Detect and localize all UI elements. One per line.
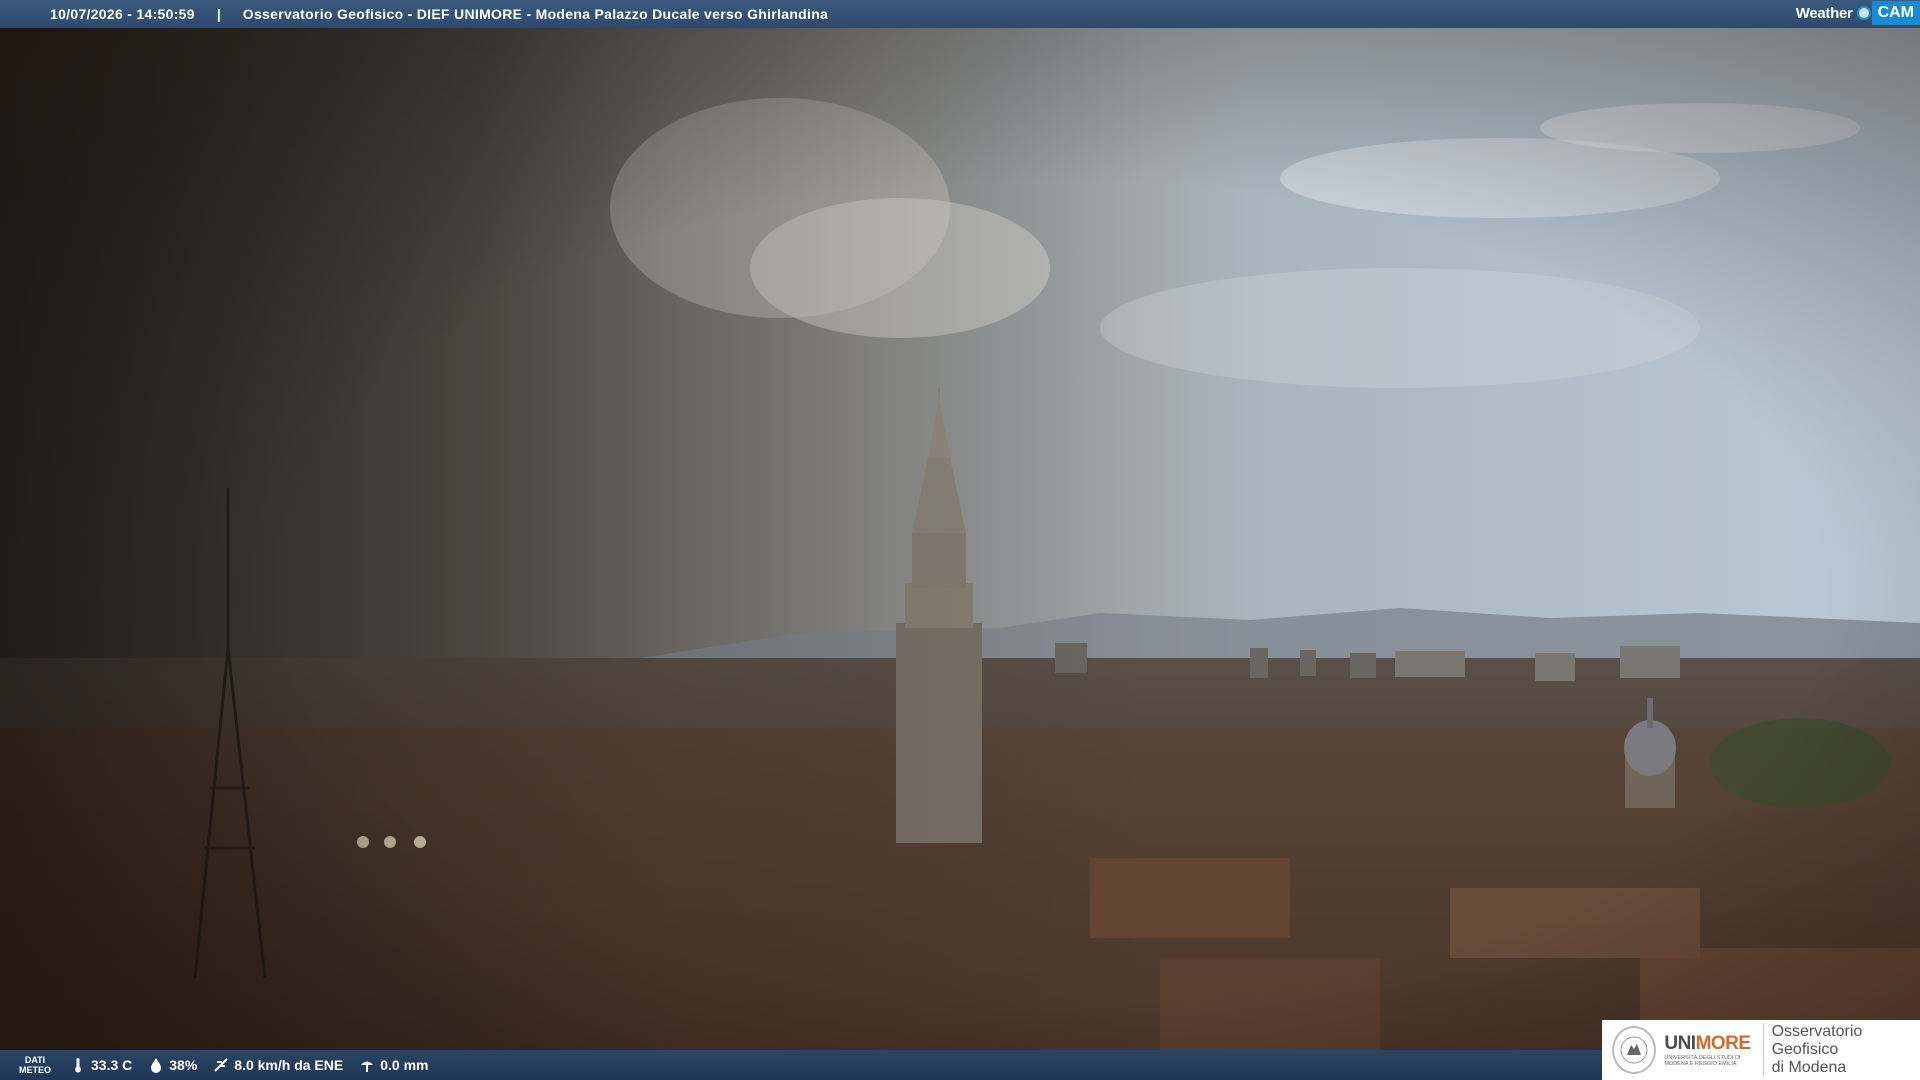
humidity-drop-icon [151, 1058, 162, 1073]
osservatorio-label: Osservatorio Geofisico di Modena [1762, 1023, 1920, 1077]
rain-gauge-icon [361, 1061, 374, 1072]
weathercam-logo: Weather CAM [1793, 0, 1920, 26]
humidity-value: 38% [169, 1057, 198, 1073]
dati-meteo-label: DATI METEO [18, 1055, 51, 1075]
timestamp: 10/07/2026 - 14:50:59 [50, 6, 195, 22]
separator: | [216, 6, 221, 22]
webcam-image [0, 28, 1920, 1053]
weathercam-logo-weather: Weather [1795, 4, 1853, 22]
wind-value: 8.0 km/h da ENE [234, 1057, 344, 1073]
university-seal-icon [1612, 1026, 1657, 1074]
weathercam-logo-cam: CAM [1871, 1, 1920, 25]
temperature-reading: 33.3 C [70, 1057, 132, 1073]
rain-reading: 0.0 mm [359, 1057, 428, 1073]
rain-value: 0.0 mm [380, 1057, 429, 1073]
wind-icon [214, 1058, 228, 1072]
unimore-wordmark-uni: UNI [1664, 1032, 1696, 1054]
weathercam-logo-icon [1856, 6, 1871, 20]
camera-title: Osservatorio Geofisico - DIEF UNIMORE - … [242, 6, 829, 22]
unimore-logo-box: UNIMORE UNIVERSITÀ DEGLI STUDI DI MODENA… [1602, 1020, 1920, 1080]
webcam-scene [0, 28, 1920, 1053]
humidity-reading: 38% [148, 1057, 197, 1073]
unimore-subtitle: UNIVERSITÀ DEGLI STUDI DI MODENA E REGGI… [1664, 1054, 1741, 1067]
top-info-bar: 10/07/2026 - 14:50:59 | Osservatorio Geo… [0, 0, 1920, 28]
temperature-value: 33.3 C [91, 1057, 133, 1073]
unimore-wordmark-more: MORE [1695, 1032, 1752, 1054]
wind-reading: 8.0 km/h da ENE [213, 1057, 343, 1073]
unimore-wordmark: UNIMORE UNIVERSITÀ DEGLI STUDI DI MODENA… [1664, 1032, 1752, 1067]
thermometer-icon [75, 1058, 81, 1073]
